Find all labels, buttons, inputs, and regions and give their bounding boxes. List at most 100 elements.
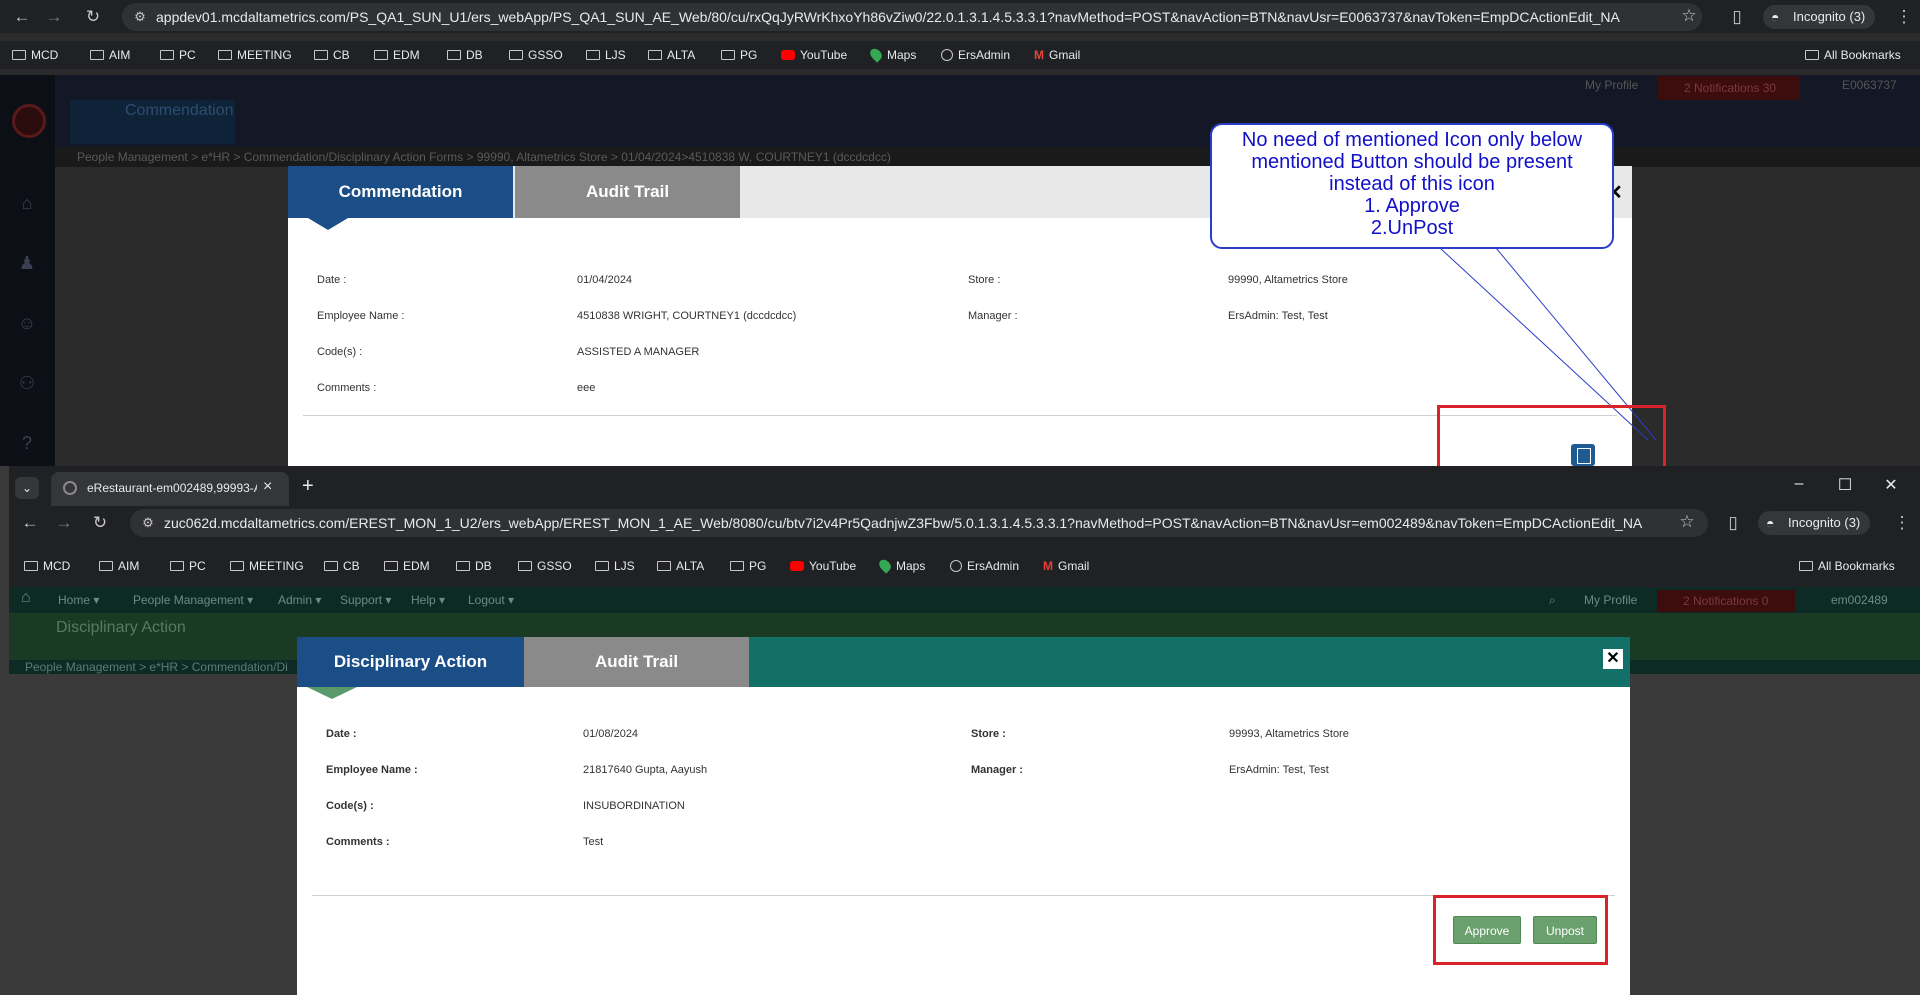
bookmark-label: PG (749, 559, 767, 573)
bookmark-maps[interactable]: Maps (867, 46, 917, 63)
tab-search-icon[interactable]: ⌄ (15, 477, 39, 499)
bookmark-pc[interactable]: PC (170, 558, 206, 574)
incognito-badge[interactable]: ◓ Incognito (3) (1758, 511, 1871, 535)
bookmark-mcd[interactable]: MCD (12, 47, 58, 63)
bookmark-gmail[interactable]: M Gmail (1043, 558, 1089, 574)
bookmark-pc[interactable]: PC (160, 47, 196, 63)
help-icon[interactable]: ? (16, 433, 38, 455)
nav-people-management[interactable]: People Management ▾ (133, 593, 253, 607)
nav-home[interactable]: Home ▾ (58, 593, 99, 607)
bookmark-cb[interactable]: CB (314, 47, 350, 63)
side-panel-icon[interactable]: ▯ (1722, 512, 1744, 534)
bookmark-star-icon[interactable]: ☆ (1676, 512, 1698, 534)
folder-icon (657, 561, 671, 571)
user-icon[interactable]: ☺ (16, 313, 38, 335)
forward-icon[interactable]: → (43, 6, 65, 28)
search-icon[interactable]: ⌕ (1549, 593, 1556, 608)
bookmark-edm[interactable]: EDM (384, 558, 430, 574)
annotation-line-5: 2.UnPost (1370, 217, 1454, 239)
close-icon[interactable]: ✕ (1603, 649, 1623, 669)
address-bar[interactable]: ⚙ zuc062d.mcdaltametrics.com/EREST_MON_1… (130, 509, 1708, 537)
bookmark-star-icon[interactable]: ☆ (1678, 6, 1700, 28)
tab-commendation[interactable]: Commendation (288, 166, 513, 218)
nav-support[interactable]: Support ▾ (340, 593, 391, 607)
employee-name-value: 21817640 Gupta, Aayush (583, 764, 708, 776)
maximize-icon[interactable]: ☐ (1835, 475, 1855, 495)
address-bar[interactable]: ⚙ appdev01.mcdaltametrics.com/PS_QA1_SUN… (122, 3, 1702, 31)
tab-disciplinary-action[interactable]: Disciplinary Action (297, 637, 524, 687)
app-logo (12, 104, 46, 138)
my-profile-link[interactable]: My Profile (1585, 78, 1638, 92)
bookmark-aim[interactable]: AIM (90, 47, 130, 63)
bookmark-ljs[interactable]: LJS (586, 47, 626, 63)
people-icon[interactable]: ♟ (16, 253, 38, 275)
bookmark-gsso[interactable]: GSSO (509, 47, 563, 63)
home-icon[interactable]: ⌂ (16, 193, 38, 215)
bookmark-pg[interactable]: PG (730, 558, 766, 574)
bookmark-gmail[interactable]: M Gmail (1034, 47, 1080, 63)
notifications-button[interactable]: 2 Notifications 30 (1658, 76, 1800, 100)
all-bookmarks[interactable]: All Bookmarks (1805, 47, 1901, 63)
folder-icon (648, 50, 662, 60)
bookmark-ersadmin[interactable]: ErsAdmin (941, 47, 1010, 63)
url-text[interactable]: zuc062d.mcdaltametrics.com/EREST_MON_1_U… (164, 515, 1642, 531)
all-bookmarks[interactable]: All Bookmarks (1799, 558, 1895, 574)
bookmark-meeting[interactable]: MEETING (230, 558, 304, 574)
site-info-icon[interactable]: ⚙ (130, 7, 150, 27)
side-panel-icon[interactable]: ▯ (1726, 6, 1748, 28)
forward-icon[interactable]: → (53, 512, 75, 534)
bookmark-meeting[interactable]: MEETING (218, 47, 292, 63)
nav-help[interactable]: Help ▾ (411, 593, 445, 607)
bookmark-db[interactable]: DB (456, 558, 492, 574)
back-icon[interactable]: ← (11, 6, 33, 28)
bookmark-db[interactable]: DB (447, 47, 483, 63)
incognito-badge[interactable]: ◓ Incognito (3) (1763, 5, 1876, 29)
bookmark-cb[interactable]: CB (324, 558, 360, 574)
browser-tab[interactable]: eRestaurant-em002489,99993-A × (51, 472, 289, 506)
user-menu[interactable]: E0063737 (1842, 78, 1897, 92)
url-text[interactable]: appdev01.mcdaltametrics.com/PS_QA1_SUN_U… (156, 9, 1620, 25)
bookmark-label: Maps (887, 48, 917, 62)
folder-icon (595, 561, 609, 571)
minimize-icon[interactable]: – (1789, 475, 1809, 493)
folder-icon (218, 50, 232, 60)
folder-icon (374, 50, 388, 60)
bookmark-ljs[interactable]: LJS (595, 558, 635, 574)
reload-icon[interactable]: ↻ (82, 6, 104, 28)
bookmark-alta[interactable]: ALTA (657, 558, 704, 574)
browser-menu-icon[interactable]: ⋮ (1893, 6, 1915, 28)
user-settings-icon[interactable]: ⚇ (16, 373, 38, 395)
nav-logout[interactable]: Logout ▾ (468, 593, 514, 607)
bookmark-edm[interactable]: EDM (374, 47, 420, 63)
user-menu[interactable]: em002489 (1831, 593, 1888, 607)
page-title: Commendation (125, 102, 234, 119)
bookmark-youtube[interactable]: YouTube (790, 558, 856, 574)
my-profile-link[interactable]: My Profile (1584, 593, 1637, 607)
site-info-icon[interactable]: ⚙ (138, 513, 158, 533)
home-icon[interactable]: ⌂ (21, 589, 31, 607)
bookmark-alta[interactable]: ALTA (648, 47, 695, 63)
back-icon[interactable]: ← (19, 512, 41, 534)
bookmark-gsso[interactable]: GSSO (518, 558, 572, 574)
tab-caret (308, 218, 348, 230)
new-tab-icon[interactable]: + (302, 475, 314, 498)
bookmark-label: DB (466, 48, 483, 62)
bookmark-aim[interactable]: AIM (99, 558, 139, 574)
notifications-button[interactable]: 2 Notifications 0 (1657, 590, 1795, 612)
bookmark-maps[interactable]: Maps (876, 557, 925, 574)
reload-icon[interactable]: ↻ (89, 512, 111, 534)
tab-close-icon[interactable]: × (263, 478, 272, 496)
tab-audit-trail[interactable]: Audit Trail (524, 637, 749, 687)
bookmark-mcd[interactable]: MCD (24, 558, 70, 574)
browser-menu-icon[interactable]: ⋮ (1891, 512, 1913, 534)
bookmark-ersadmin[interactable]: ErsAdmin (950, 558, 1019, 574)
folder-icon (384, 561, 398, 571)
bookmark-pg[interactable]: PG (721, 47, 757, 63)
breadcrumb: People Management > e*HR > Commendation/… (55, 147, 1920, 167)
tab-audit-trail[interactable]: Audit Trail (515, 166, 740, 218)
nav-admin[interactable]: Admin ▾ (278, 593, 321, 607)
folder-icon (721, 50, 735, 60)
window-close-icon[interactable]: ✕ (1881, 475, 1901, 495)
bookmark-label: ErsAdmin (967, 559, 1020, 573)
bookmark-youtube[interactable]: YouTube (781, 47, 847, 63)
